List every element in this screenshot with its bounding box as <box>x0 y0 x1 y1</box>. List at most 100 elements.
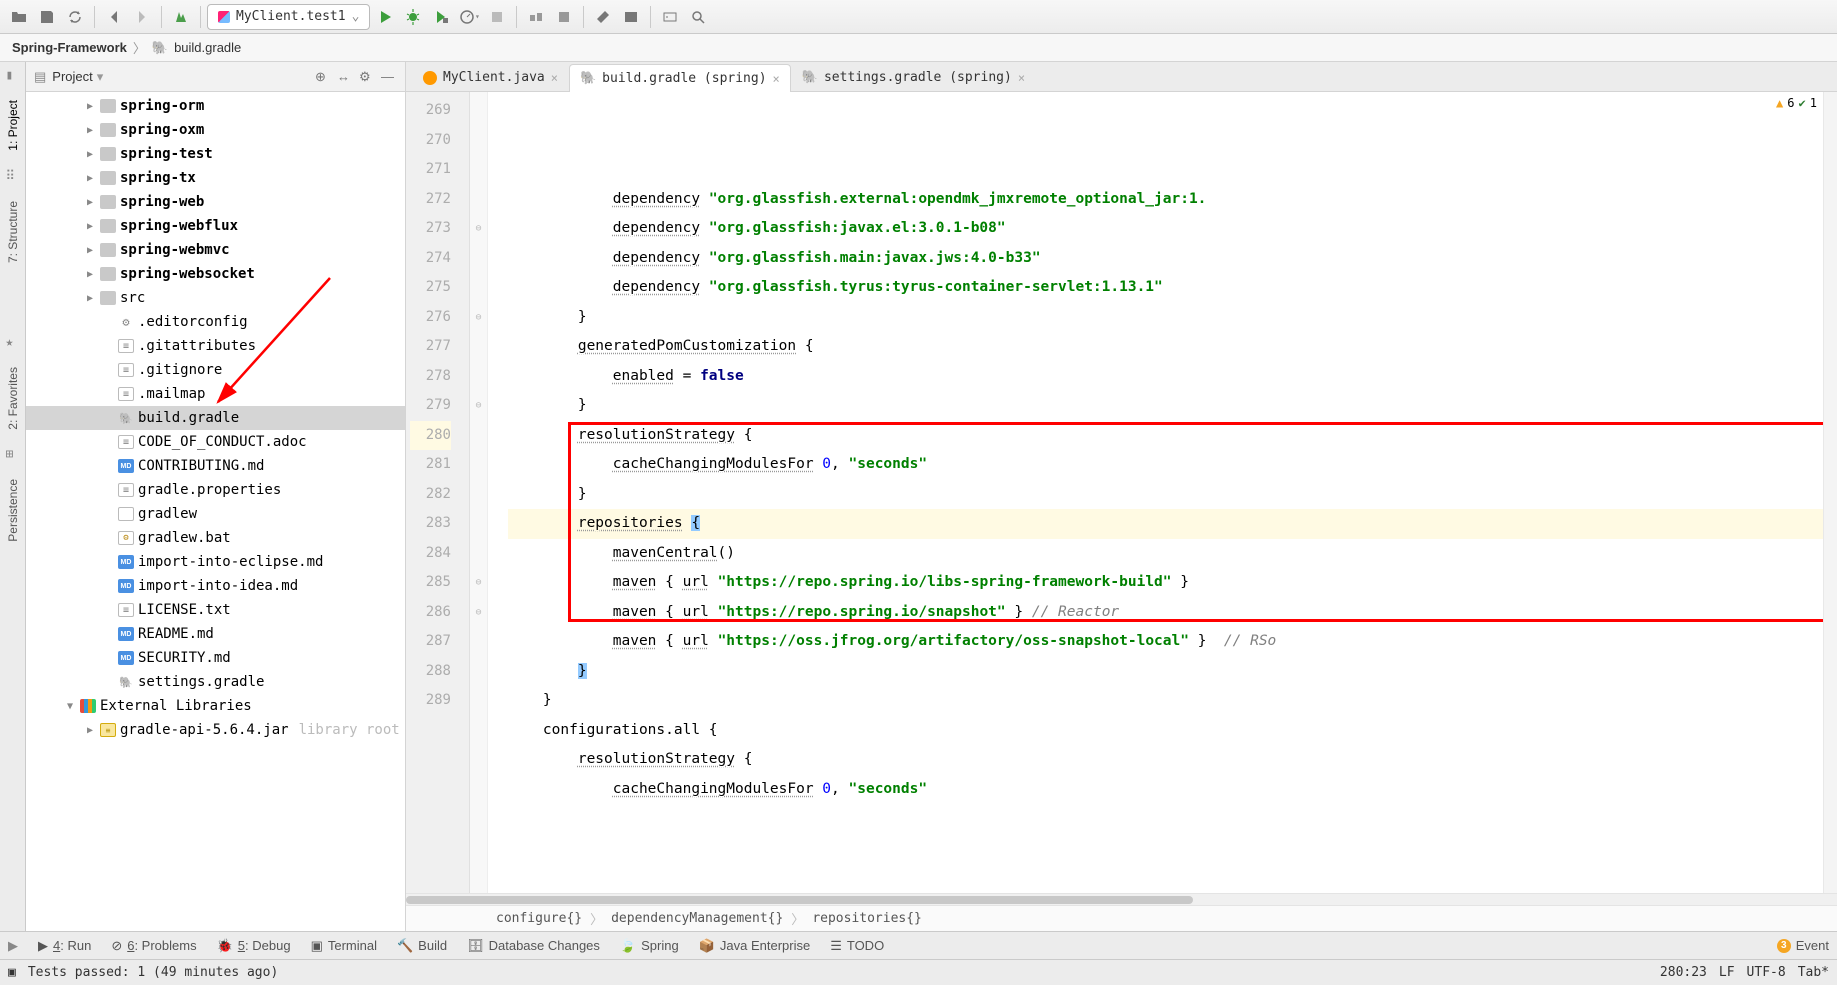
locate-icon[interactable]: ⊕ <box>315 69 331 85</box>
breadcrumb-project[interactable]: Spring-Framework <box>12 40 127 55</box>
code-line[interactable]: configurations.all { <box>508 716 1823 746</box>
toolwindow-tab-structure[interactable]: 7: Structure <box>6 197 20 267</box>
gutter-line-number[interactable]: 289 <box>410 686 451 716</box>
bottom-toolwindow-button[interactable]: ▣Terminal <box>311 938 377 954</box>
tree-node[interactable]: import-into-idea.md <box>26 574 405 598</box>
tree-arrow-icon[interactable]: ▶ <box>84 245 96 256</box>
code-line[interactable]: cacheChangingModulesFor 0, "seconds" <box>508 775 1823 805</box>
search-everywhere-icon[interactable] <box>685 4 711 30</box>
bottom-toolwindow-button[interactable]: ⊘6: Problems <box>111 938 196 954</box>
bottom-toolwindow-button[interactable]: ▶4: Run <box>38 938 91 954</box>
bottom-toolwindow-button[interactable]: 🗄Database Changes <box>467 938 600 954</box>
tree-node[interactable]: .gitattributes <box>26 334 405 358</box>
expand-bottombar-icon[interactable]: ▶ <box>8 938 18 954</box>
fold-marker[interactable] <box>470 509 487 539</box>
tree-arrow-icon[interactable]: ▶ <box>84 221 96 232</box>
fold-marker[interactable] <box>470 657 487 687</box>
back-icon[interactable] <box>101 4 127 30</box>
tree-node[interactable]: .gitignore <box>26 358 405 382</box>
run-anything-icon[interactable] <box>657 4 683 30</box>
bottom-toolwindow-button[interactable]: ☰TODO <box>830 938 884 954</box>
fold-marker[interactable] <box>470 244 487 274</box>
tree-arrow-icon[interactable]: ▶ <box>84 269 96 280</box>
fold-marker[interactable] <box>470 362 487 392</box>
close-icon[interactable]: × <box>551 71 558 85</box>
code-line[interactable]: } <box>508 480 1823 510</box>
statusbar-toggle-icon[interactable]: ▣ <box>8 965 16 980</box>
gutter-line-number[interactable]: 280 <box>410 421 451 451</box>
tree-node[interactable]: ▶spring-web <box>26 190 405 214</box>
fold-marker[interactable] <box>470 627 487 657</box>
code-line[interactable]: enabled = false <box>508 362 1823 392</box>
tree-node[interactable]: ▶spring-webmvc <box>26 238 405 262</box>
code-line[interactable]: repositories { <box>508 509 1823 539</box>
tree-node[interactable]: CODE_OF_CONDUCT.adoc <box>26 430 405 454</box>
tree-node[interactable]: settings.gradle <box>26 670 405 694</box>
tree-node[interactable]: ▼External Libraries <box>26 694 405 718</box>
close-icon[interactable]: × <box>1018 71 1025 85</box>
editor-tab[interactable]: MyClient.java× <box>412 63 569 91</box>
project-tree[interactable]: ▶spring-orm▶spring-oxm▶spring-test▶sprin… <box>26 92 405 931</box>
project-structure-icon[interactable] <box>618 4 644 30</box>
gear-icon[interactable]: ⚙ <box>359 69 375 85</box>
save-all-icon[interactable] <box>34 4 60 30</box>
code-line[interactable]: dependency "org.glassfish.external:opend… <box>508 185 1823 215</box>
bottom-toolwindow-button[interactable]: 🍃Spring <box>620 938 679 954</box>
fold-marker[interactable] <box>470 273 487 303</box>
tree-node[interactable]: ▶src <box>26 286 405 310</box>
editor-tab[interactable]: 🐘build.gradle (spring)× <box>569 64 791 92</box>
gutter-line-number[interactable]: 276 <box>410 303 451 333</box>
project-title[interactable]: Project ▾ <box>52 69 309 85</box>
debug-icon[interactable] <box>400 4 426 30</box>
gutter-line-number[interactable]: 275 <box>410 273 451 303</box>
tree-node[interactable]: gradle.properties <box>26 478 405 502</box>
bottom-toolwindow-button[interactable]: 🐞5: Debug <box>217 938 291 954</box>
gutter-line-number[interactable]: 283 <box>410 509 451 539</box>
editor-code[interactable]: dependency "org.glassfish.external:opend… <box>488 92 1823 893</box>
tree-arrow-icon[interactable]: ▶ <box>84 173 96 184</box>
editor-horizontal-scrollbar[interactable] <box>406 893 1837 905</box>
tree-node[interactable]: gradlew.bat <box>26 526 405 550</box>
fold-marker[interactable]: ⊖ <box>470 214 487 244</box>
fold-marker[interactable] <box>470 332 487 362</box>
code-line[interactable]: mavenCentral() <box>508 539 1823 569</box>
gutter-line-number[interactable]: 270 <box>410 126 451 156</box>
open-file-icon[interactable] <box>6 4 32 30</box>
fold-marker[interactable] <box>470 421 487 451</box>
code-line[interactable]: dependency "org.glassfish.tyrus:tyrus-co… <box>508 273 1823 303</box>
line-separator[interactable]: LF <box>1719 965 1735 980</box>
code-line[interactable]: dependency "org.glassfish:javax.el:3.0.1… <box>508 214 1823 244</box>
run-coverage-icon[interactable] <box>428 4 454 30</box>
event-log-button[interactable]: 3Event <box>1777 938 1829 953</box>
code-line[interactable]: generatedPomCustomization { <box>508 332 1823 362</box>
gutter-line-number[interactable]: 284 <box>410 539 451 569</box>
collapse-icon[interactable]: ↔ <box>337 69 353 85</box>
code-line[interactable]: } <box>508 303 1823 333</box>
toolwindow-tab-persistence[interactable]: Persistence <box>6 475 20 546</box>
tree-node[interactable]: .mailmap <box>26 382 405 406</box>
tree-arrow-icon[interactable]: ▶ <box>84 197 96 208</box>
code-line[interactable]: } <box>508 391 1823 421</box>
tree-node[interactable]: .editorconfig <box>26 310 405 334</box>
fold-marker[interactable]: ⊖ <box>470 391 487 421</box>
gutter-line-number[interactable]: 274 <box>410 244 451 274</box>
tree-node[interactable]: ▶spring-tx <box>26 166 405 190</box>
run-icon[interactable] <box>372 4 398 30</box>
toolwindow-tab-project[interactable]: 1: Project <box>6 96 20 155</box>
toolwindow-tab-favorites[interactable]: 2: Favorites <box>6 363 20 434</box>
build-project-icon[interactable] <box>168 4 194 30</box>
gutter-line-number[interactable]: 288 <box>410 657 451 687</box>
bottom-toolwindow-button[interactable]: 📦Java Enterprise <box>699 938 811 954</box>
gutter-line-number[interactable]: 273 <box>410 214 451 244</box>
stop-icon[interactable] <box>484 4 510 30</box>
fold-marker[interactable] <box>470 450 487 480</box>
tree-arrow-icon[interactable]: ▶ <box>84 125 96 136</box>
tree-arrow-icon[interactable]: ▶ <box>84 101 96 112</box>
tree-node[interactable]: ▶gradle-api-5.6.4.jarlibrary root <box>26 718 405 742</box>
tree-node[interactable]: LICENSE.txt <box>26 598 405 622</box>
forward-icon[interactable] <box>129 4 155 30</box>
gutter-line-number[interactable]: 285 <box>410 568 451 598</box>
breadcrumb-file[interactable]: build.gradle <box>174 40 241 55</box>
tree-node[interactable]: CONTRIBUTING.md <box>26 454 405 478</box>
fold-marker[interactable] <box>470 539 487 569</box>
